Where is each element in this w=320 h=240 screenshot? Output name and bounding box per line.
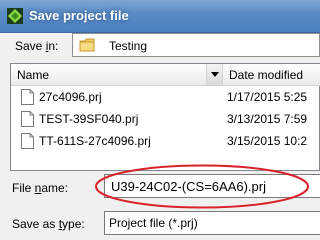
- save-as-type-dropdown[interactable]: Project file (*.prj): [104, 211, 320, 235]
- app-icon: [7, 8, 23, 24]
- file-row[interactable]: TEST-39SF040.prj 3/13/2015 7:59: [11, 110, 319, 130]
- file-date-cell: 1/17/2015 5:25: [227, 90, 308, 104]
- document-icon: [21, 133, 34, 149]
- folder-icon: [79, 38, 95, 52]
- chevron-down-icon: [211, 72, 219, 77]
- file-name-cell: 27c4096.prj: [39, 90, 102, 104]
- column-header-name-label: Name: [17, 68, 50, 82]
- column-header-date-modified[interactable]: Date modified: [223, 64, 320, 86]
- file-name-cell: TEST-39SF040.prj: [39, 112, 139, 126]
- save-in-dropdown[interactable]: Testing: [72, 33, 320, 57]
- file-row[interactable]: TT-611S-27c4096.prj 3/15/2015 10:2: [11, 132, 319, 152]
- file-name-value: U39-24C02-(CS=6AA6).prj: [111, 179, 266, 194]
- save-as-type-label: Save as type:: [12, 217, 85, 231]
- document-icon: [21, 89, 34, 105]
- file-list[interactable]: Name Date modified 27c4096.prj 1/17/2015…: [10, 63, 320, 171]
- save-in-value: Testing: [109, 39, 148, 53]
- file-row[interactable]: 27c4096.prj 1/17/2015 5:25: [11, 88, 319, 108]
- file-date-cell: 3/13/2015 7:59: [227, 112, 308, 126]
- file-name-label: File name:: [12, 181, 69, 195]
- file-name-input[interactable]: U39-24C02-(CS=6AA6).prj: [104, 174, 320, 198]
- title-bar: Save project file: [0, 0, 320, 33]
- document-icon: [21, 111, 34, 127]
- column-header-date-label: Date modified: [229, 68, 304, 82]
- save-in-label: Save in:: [15, 39, 59, 53]
- file-name-cell: TT-611S-27c4096.prj: [39, 134, 151, 148]
- column-sort-dropdown[interactable]: [207, 64, 223, 86]
- save-as-type-value: Project file (*.prj): [109, 216, 198, 230]
- file-date-cell: 3/15/2015 10:2: [227, 134, 308, 148]
- column-header-name[interactable]: Name: [11, 64, 207, 86]
- window-title: Save project file: [29, 8, 129, 23]
